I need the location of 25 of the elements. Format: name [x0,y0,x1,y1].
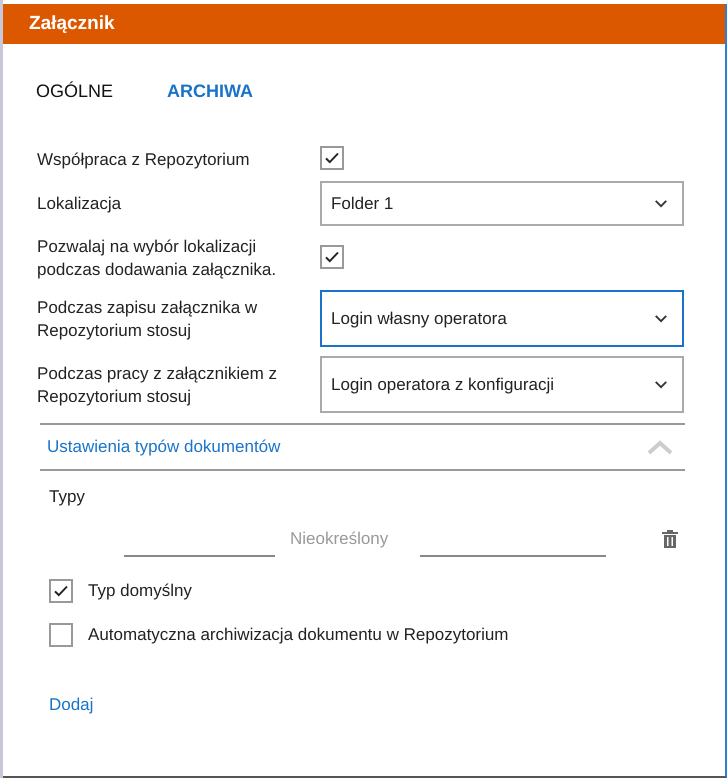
chevron-down-icon [654,199,668,208]
field-label: Podczas zapisu załącznika w Repozytorium stosuj [37,296,258,342]
add-link[interactable]: Dodaj [49,695,94,715]
dropdown[interactable]: Login własny operatora [320,290,684,347]
checkbox[interactable] [320,245,344,269]
checkbox[interactable] [320,146,344,170]
chevron-down-icon [654,314,668,323]
type-field[interactable]: Nieokreślony [290,528,405,550]
field-label: Podczas pracy z załącznikiem z Repozytorium stosuj [37,362,278,408]
field-label: Współpraca z Repozytorium [37,148,251,170]
tab[interactable]: OGÓLNE [36,80,114,102]
types-label: Typy [49,487,85,507]
trash-icon[interactable] [662,530,678,548]
tab[interactable]: ARCHIWA [167,80,254,102]
checkbox[interactable] [49,623,73,647]
chevron-down-icon [654,380,668,389]
dropdown[interactable]: Folder 1 [320,181,684,226]
section-title: Ustawienia typów dokumentów [47,437,280,457]
checkbox-label: Automatyczna archiwizacja dokumentu w Repozytorium [88,625,508,645]
field-label: Lokalizacja [37,193,122,215]
checkbox[interactable] [49,579,73,603]
checkbox-label: Typ domyślny [88,581,192,601]
field-label: Pozwalaj na wybór lokalizacji podczas dodawania załącznika. [37,236,278,281]
dropdown[interactable]: Login operatora z konfiguracji [320,356,684,413]
window-title: Załącznik [29,13,115,35]
